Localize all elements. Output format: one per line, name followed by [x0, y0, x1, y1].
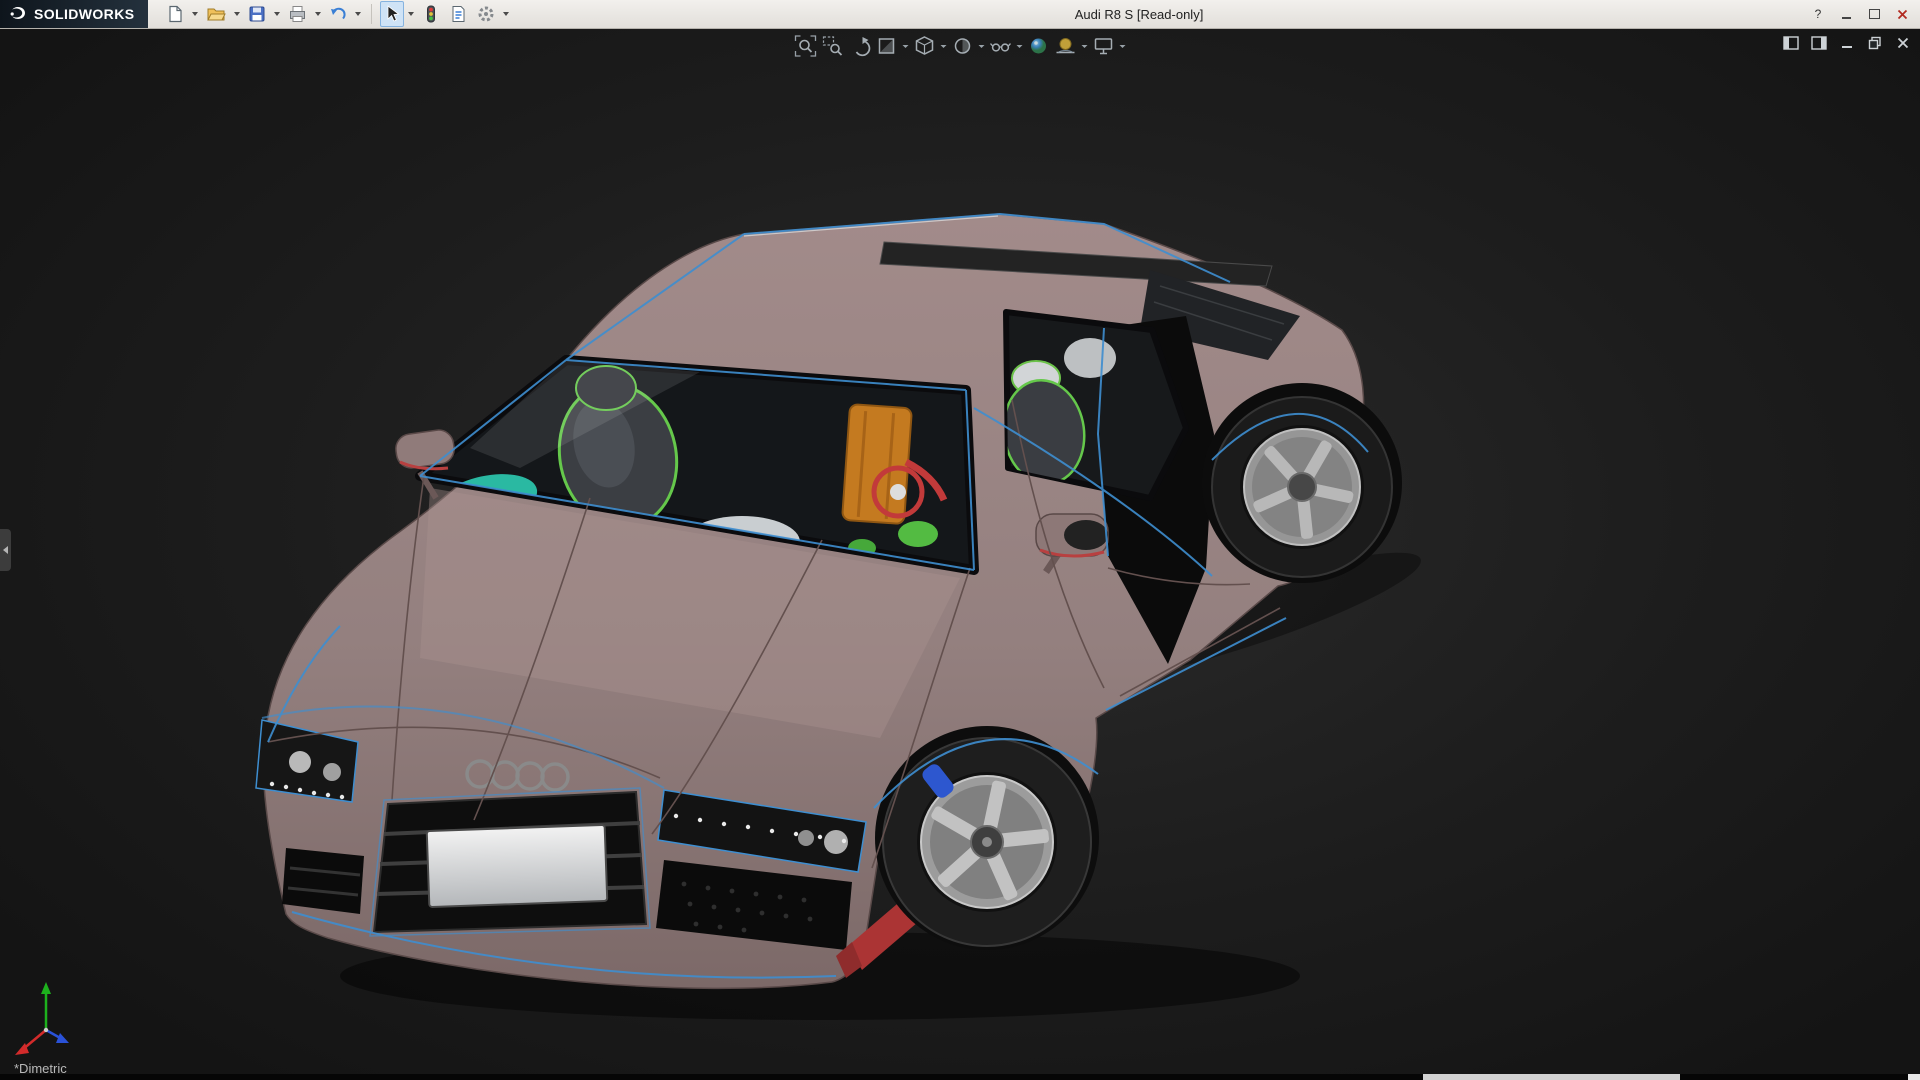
print-icon [288, 5, 307, 23]
undo-icon [329, 5, 347, 23]
section-dropdown-caret[interactable] [903, 45, 909, 48]
doc-close-button[interactable] [1894, 34, 1912, 52]
graphics-area[interactable]: *Dimetric [0, 28, 1920, 1074]
view-orientation-label: *Dimetric [14, 1061, 67, 1074]
show-task-pane-button[interactable] [1810, 34, 1828, 52]
close-icon [1896, 36, 1910, 50]
select-dropdown-caret[interactable] [408, 12, 414, 16]
solidworks-logo: SOLIDWORKS [0, 0, 148, 28]
apply-scene-button[interactable] [1054, 34, 1078, 58]
hide-show-dropdown-caret[interactable] [1017, 45, 1023, 48]
taskbar-segment[interactable] [1423, 1074, 1680, 1080]
select-button[interactable] [380, 1, 404, 27]
app-titlebar: SOLIDWORKS [0, 0, 1920, 29]
edit-appearance-button[interactable] [1027, 34, 1051, 58]
apply-scene-dropdown-caret[interactable] [1082, 45, 1088, 48]
save-dropdown-caret[interactable] [274, 12, 280, 16]
rebuild-traffic-light-icon [422, 5, 440, 23]
taskbar-corner-segment[interactable] [1908, 1074, 1920, 1080]
section-view-icon [876, 35, 898, 57]
close-icon [1897, 9, 1908, 20]
bottom-screen-strip [0, 1074, 1920, 1080]
doc-restore-button[interactable] [1866, 34, 1884, 52]
new-dropdown-caret[interactable] [192, 12, 198, 16]
pane-right-icon [1811, 36, 1827, 50]
print-button[interactable] [284, 1, 311, 27]
doc-minimize-button[interactable] [1838, 34, 1856, 52]
display-style-dropdown-caret[interactable] [979, 45, 985, 48]
previous-view-button[interactable] [848, 34, 872, 58]
minimize-icon [1840, 36, 1854, 50]
hide-show-glasses-icon [990, 35, 1012, 57]
new-document-icon [166, 5, 184, 23]
zoom-to-area-button[interactable] [821, 34, 845, 58]
hide-show-items-button[interactable] [989, 34, 1013, 58]
minimize-button[interactable] [1834, 4, 1858, 24]
file-properties-button[interactable] [446, 1, 471, 27]
heads-up-view-toolbar [794, 34, 1127, 58]
undo-button[interactable] [325, 1, 351, 27]
pane-left-icon [1783, 36, 1799, 50]
open-dropdown-caret[interactable] [234, 12, 240, 16]
triad-y-axis [41, 982, 51, 994]
options-dropdown-caret[interactable] [503, 12, 509, 16]
options-gear-icon [477, 5, 495, 23]
new-document-button[interactable] [162, 1, 188, 27]
display-style-button[interactable] [951, 34, 975, 58]
open-folder-icon [206, 5, 226, 23]
license-plate [427, 825, 608, 907]
previous-view-icon [849, 35, 871, 57]
file-properties-icon [450, 5, 467, 23]
zoom-to-fit-button[interactable] [794, 34, 818, 58]
print-dropdown-caret[interactable] [315, 12, 321, 16]
open-button[interactable] [202, 1, 230, 27]
view-orientation-button[interactable] [913, 34, 937, 58]
reference-triad [15, 982, 69, 1055]
zoom-to-area-icon [822, 35, 844, 57]
save-button[interactable] [244, 1, 270, 27]
dassault-systemes-logo-icon [8, 6, 28, 22]
show-feature-pane-button[interactable] [1782, 34, 1800, 52]
rebuild-button[interactable] [418, 1, 444, 27]
toolbar-separator [371, 4, 372, 24]
view-settings-dropdown-caret[interactable] [1120, 45, 1126, 48]
view-settings-monitor-icon [1093, 35, 1115, 57]
feature-pane-collapse-handle[interactable] [0, 529, 11, 571]
document-title: Audi R8 S [Read-only] [1075, 0, 1204, 28]
view-orientation-cube-icon [914, 35, 936, 57]
restore-icon [1868, 36, 1882, 50]
options-button[interactable] [473, 1, 499, 27]
display-style-icon [952, 35, 974, 57]
collapse-arrow-icon [3, 546, 8, 554]
close-button[interactable] [1890, 4, 1914, 24]
document-window-controls [1782, 34, 1912, 52]
view-settings-button[interactable] [1092, 34, 1116, 58]
save-icon [248, 5, 266, 23]
undo-dropdown-caret[interactable] [355, 12, 361, 16]
main-toolbar [148, 1, 511, 27]
section-view-button[interactable] [875, 34, 899, 58]
car-model-3d-view[interactable] [0, 28, 1920, 1074]
zoom-to-fit-icon [795, 35, 817, 57]
apply-scene-icon [1055, 35, 1077, 57]
select-arrow-icon [384, 5, 400, 23]
left-lower-intake [282, 848, 364, 914]
maximize-button[interactable] [1862, 4, 1886, 24]
brand-name: SOLIDWORKS [34, 6, 134, 22]
view-orientation-dropdown-caret[interactable] [941, 45, 947, 48]
help-button[interactable]: ? [1806, 4, 1830, 24]
window-controls: ? [1806, 4, 1920, 24]
edit-appearance-sphere-icon [1028, 35, 1050, 57]
side-window[interactable] [997, 312, 1186, 498]
